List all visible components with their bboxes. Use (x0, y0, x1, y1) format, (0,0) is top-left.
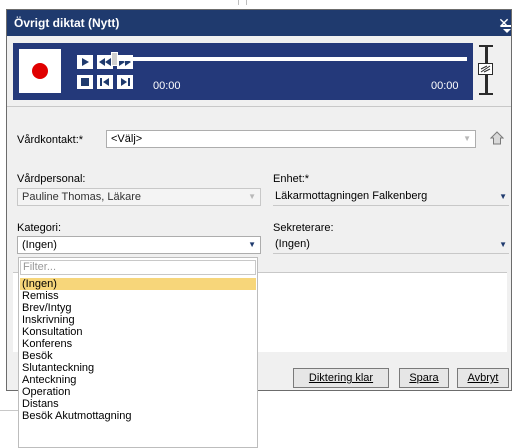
chevron-down-icon: ▼ (499, 192, 507, 201)
kategori-value: (Ingen) (22, 239, 57, 251)
volume-control (475, 43, 511, 100)
time-total: 00:00 (431, 80, 459, 92)
play-icon (82, 58, 89, 66)
dropdown-option[interactable]: Inskrivning (20, 314, 256, 326)
dropdown-option[interactable]: Besök (20, 350, 256, 362)
title-bar: Övrigt diktat (Nytt) ✕ (7, 10, 511, 36)
home-icon[interactable] (490, 131, 504, 145)
sekreterare-select[interactable]: (Ingen) ▼ (273, 236, 509, 254)
dropdown-option[interactable]: Brev/Intyg (20, 302, 256, 314)
diktering-klar-button[interactable]: Diktering klar (293, 368, 389, 388)
volume-tick (479, 93, 493, 95)
dropdown-option[interactable]: Besök Akutmottagning (20, 410, 256, 422)
kategori-label: Kategori: (17, 222, 62, 234)
dropdown-option[interactable]: Slutanteckning (20, 362, 256, 374)
stop-button[interactable] (77, 75, 93, 89)
dropdown-option[interactable]: (Ingen) (20, 278, 256, 290)
chevron-down-icon: ▼ (248, 240, 256, 249)
skip-start-icon (100, 78, 109, 86)
vardpersonal-label: Vårdpersonal: (17, 173, 86, 185)
enhet-select[interactable]: Läkarmottagningen Falkenberg ▼ (273, 188, 509, 206)
dropdown-option[interactable]: Konferens (20, 338, 256, 350)
vardkontakt-select[interactable]: <Välj> ▼ (106, 130, 476, 148)
chevron-down-icon: ▼ (499, 240, 507, 249)
volume-slider-handle[interactable] (478, 63, 493, 75)
spara-button[interactable]: Spara (399, 368, 449, 388)
window-title: Övrigt diktat (Nytt) (14, 16, 120, 30)
progress-handle[interactable] (111, 52, 118, 66)
vardpersonal-select: Pauline Thomas, Läkare ▼ (17, 188, 261, 206)
background-mark (238, 0, 239, 5)
time-current: 00:00 (153, 80, 181, 92)
progress-track[interactable] (115, 57, 467, 61)
record-icon (32, 63, 48, 79)
kategori-dropdown-list: Filter... (Ingen) Remiss Brev/Intyg Insk… (18, 257, 258, 448)
dropdown-option[interactable]: Anteckning (20, 374, 256, 386)
sekreterare-label: Sekreterare: (273, 222, 334, 234)
enhet-label: Enhet:* (273, 173, 310, 185)
volume-handle-icon (480, 65, 491, 73)
background-window-strip (0, 0, 512, 8)
enhet-value: Läkarmottagningen Falkenberg (275, 190, 428, 202)
chevron-down-icon: ▼ (248, 192, 256, 201)
audio-player: 00:00 00:00 (13, 43, 473, 100)
vardpersonal-value: Pauline Thomas, Läkare (22, 191, 142, 203)
kategori-select[interactable]: (Ingen) ▼ (17, 236, 261, 254)
play-button[interactable] (77, 55, 93, 69)
dropdown-option[interactable]: Distans (20, 398, 256, 410)
dropdown-option[interactable]: Operation (20, 386, 256, 398)
skip-start-button[interactable] (97, 75, 113, 89)
avbryt-button[interactable]: Avbryt (457, 368, 509, 388)
section-divider (7, 106, 511, 107)
background-mark (246, 0, 247, 5)
dropdown-option[interactable]: Konsultation (20, 326, 256, 338)
background-divider (0, 410, 18, 411)
dropdown-filter-input[interactable]: Filter... (20, 260, 256, 275)
sekreterare-value: (Ingen) (275, 238, 310, 250)
record-button[interactable] (19, 49, 61, 93)
skip-end-icon (121, 78, 130, 86)
stop-icon (81, 78, 89, 86)
vardkontakt-value: <Välj> (111, 133, 143, 145)
dropdown-option[interactable]: Remiss (20, 290, 256, 302)
chevron-down-icon: ▼ (463, 134, 471, 143)
skip-end-button[interactable] (117, 75, 133, 89)
menu-chevron-icon[interactable] (501, 25, 512, 33)
vardkontakt-label: Vårdkontakt:* (17, 134, 84, 146)
